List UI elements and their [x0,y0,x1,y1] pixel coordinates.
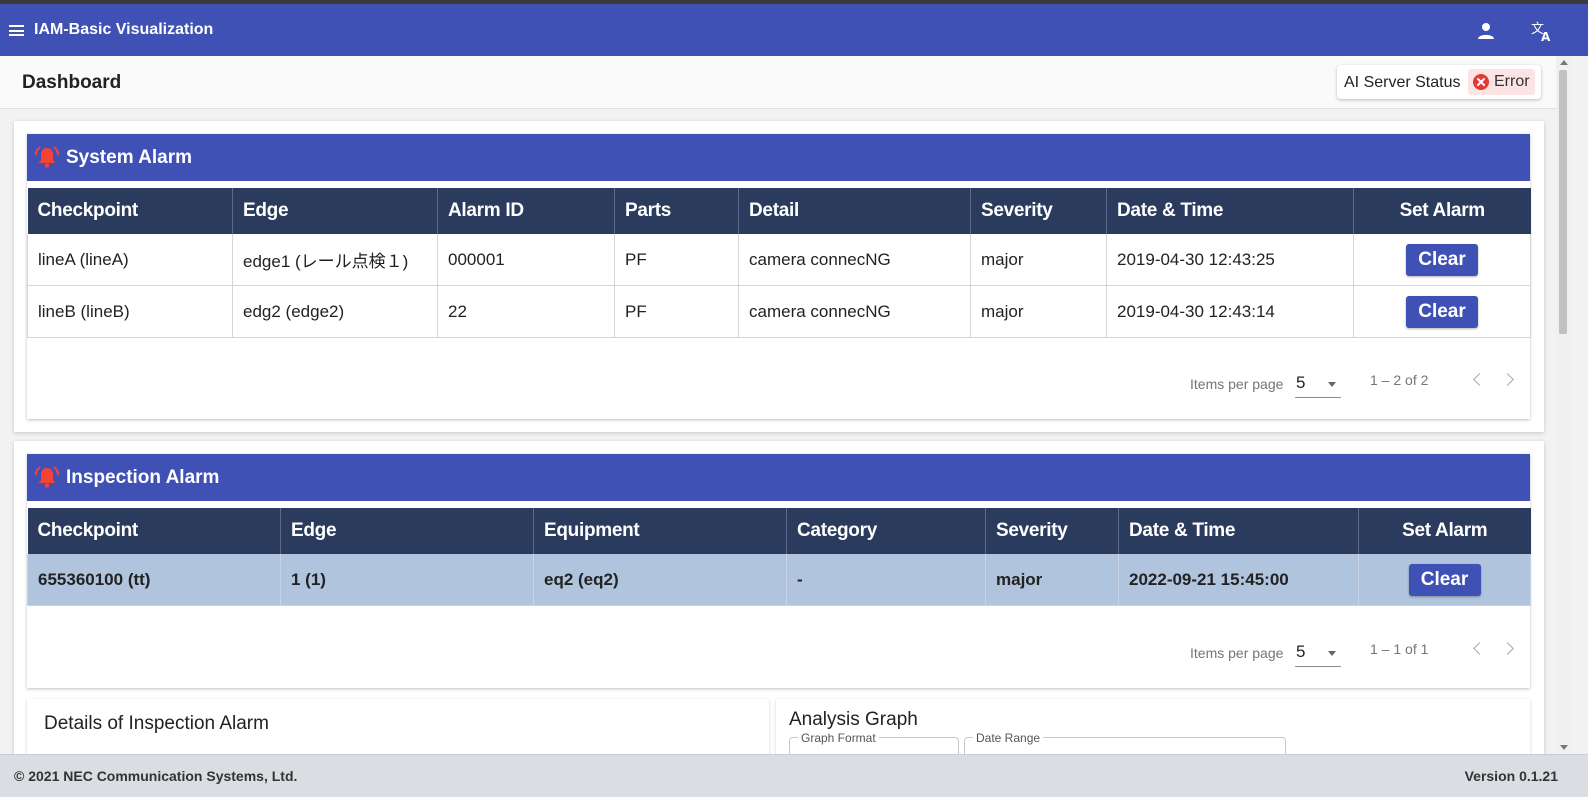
dropdown-arrow-icon [1328,382,1336,387]
equipment-cell: eq2 (eq2) [533,554,787,606]
scrollbar-thumb[interactable] [1559,70,1567,334]
inspection-alarm-header: Inspection Alarm [27,454,1530,501]
severity-cell: major [985,554,1119,606]
ai-server-status: AI Server Status Error [1337,65,1541,99]
table-row[interactable]: 655360100 (tt) 1 (1) eq2 (eq2) - major 2… [27,554,1531,606]
alarm-id-cell: 000001 [437,234,615,286]
datetime-cell: 2019-04-30 12:43:14 [1106,285,1354,338]
table-header-row: Checkpoint Edge Equipment Category Sever… [27,508,1531,554]
app-toolbar: IAM-Basic Visualization 文 A [0,4,1588,56]
table-header-row: Checkpoint Edge Alarm ID Parts Detail Se… [27,188,1531,234]
severity-cell: major [970,285,1107,338]
checkpoint-cell: lineA (lineA) [27,234,233,286]
column-header[interactable]: Severity [970,188,1107,234]
ai-server-status-label: AI Server Status [1344,74,1461,91]
system-alarm-table: Checkpoint Edge Alarm ID Parts Detail Se… [27,188,1531,338]
items-per-page-value: 5 [1296,373,1306,392]
column-header[interactable]: Date & Time [1118,508,1359,554]
column-header: Set Alarm [1353,188,1531,234]
edge-cell: 1 (1) [280,554,534,606]
menu-icon[interactable] [9,25,24,36]
set-alarm-cell: Clear [1353,234,1531,286]
alarm-id-cell: 22 [437,285,615,338]
page-scrollbar[interactable] [1556,56,1570,754]
edge-cell: edg2 (edge2) [232,285,438,338]
translate-icon[interactable]: 文 A [1530,20,1554,42]
set-alarm-cell: Clear [1358,554,1531,606]
error-circle-icon [1473,74,1489,90]
range-label: 1 – 1 of 1 [1370,641,1429,657]
column-header[interactable]: Equipment [533,508,787,554]
next-page-icon[interactable] [1501,642,1514,655]
person-icon[interactable] [1477,22,1495,40]
column-header[interactable]: Severity [985,508,1119,554]
footer: © 2021 NEC Communication Systems, Ltd. V… [0,754,1588,797]
column-header[interactable]: Checkpoint [27,188,233,234]
system-alarm-section: System Alarm Checkpoint Edge Alarm ID Pa… [27,134,1531,419]
copyright-text: © 2021 NEC Communication Systems, Ltd. [14,768,298,784]
items-per-page-select[interactable]: 5 [1295,638,1341,667]
table-row: lineB (lineB) edg2 (edge2) 22 PF camera … [27,285,1531,338]
column-header[interactable]: Checkpoint [27,508,281,554]
alarm-bell-icon [35,466,59,488]
scroll-down-arrow-icon[interactable] [1560,745,1568,750]
parts-cell: PF [614,234,739,286]
inspection-alarm-section: Inspection Alarm Checkpoint Edge Equipme… [27,454,1531,688]
system-alarm-title: System Alarm [66,147,193,168]
clear-button[interactable]: Clear [1408,563,1481,596]
status-text: Error [1494,73,1530,90]
column-header[interactable]: Date & Time [1106,188,1354,234]
items-per-page-select[interactable]: 5 [1295,369,1341,398]
alarm-bell-icon [35,146,59,168]
app-title: IAM-Basic Visualization [34,21,214,38]
date-range-label: Date Range [973,731,1044,745]
system-alarm-paginator: Items per page 5 1 – 2 of 2 [27,361,1530,401]
inspection-alarm-paginator: Items per page 5 1 – 1 of 1 [27,630,1530,670]
detail-cell: camera connecNG [738,285,971,338]
column-header[interactable]: Detail [738,188,971,234]
previous-page-icon[interactable] [1473,373,1486,386]
column-header[interactable]: Parts [614,188,739,234]
items-per-page-label: Items per page [1190,645,1284,661]
inspection-alarm-table: Checkpoint Edge Equipment Category Sever… [27,508,1531,606]
items-per-page-label: Items per page [1190,376,1284,392]
column-header: Set Alarm [1358,508,1531,554]
system-alarm-header: System Alarm [27,134,1530,181]
datetime-cell: 2019-04-30 12:43:25 [1106,234,1354,286]
column-header[interactable]: Edge [232,188,438,234]
details-title: Details of Inspection Alarm [44,713,269,734]
items-per-page-value: 5 [1296,642,1306,661]
previous-page-icon[interactable] [1473,642,1486,655]
svg-text:A: A [1541,30,1551,42]
clear-button[interactable]: Clear [1406,243,1478,276]
system-alarm-card: System Alarm Checkpoint Edge Alarm ID Pa… [14,121,1544,432]
page-title: Dashboard [22,72,122,93]
range-label: 1 – 2 of 2 [1370,372,1429,388]
analysis-graph-title: Analysis Graph [789,709,918,730]
graph-format-label: Graph Format [798,731,879,745]
inspection-alarm-card: Inspection Alarm Checkpoint Edge Equipme… [14,441,1544,769]
clear-button[interactable]: Clear [1406,295,1478,328]
parts-cell: PF [614,285,739,338]
set-alarm-cell: Clear [1353,285,1531,338]
version-text: Version 0.1.21 [1464,768,1558,784]
scroll-up-arrow-icon[interactable] [1560,60,1568,65]
category-cell: - [786,554,986,606]
checkpoint-cell: lineB (lineB) [27,285,233,338]
column-header[interactable]: Alarm ID [437,188,615,234]
severity-cell: major [970,234,1107,286]
checkpoint-cell: 655360100 (tt) [27,554,281,606]
dashboard-header: Dashboard AI Server Status Error [0,56,1556,109]
table-row: lineA (lineA) edge1 (レール点検１) 000001 PF c… [27,234,1531,286]
column-header[interactable]: Category [786,508,986,554]
inspection-alarm-title: Inspection Alarm [66,467,220,488]
dropdown-arrow-icon [1328,651,1336,656]
next-page-icon[interactable] [1501,373,1514,386]
detail-cell: camera connecNG [738,234,971,286]
status-badge: Error [1468,69,1535,95]
edge-cell: edge1 (レール点検１) [232,234,438,286]
datetime-cell: 2022-09-21 15:45:00 [1118,554,1359,606]
column-header[interactable]: Edge [280,508,534,554]
